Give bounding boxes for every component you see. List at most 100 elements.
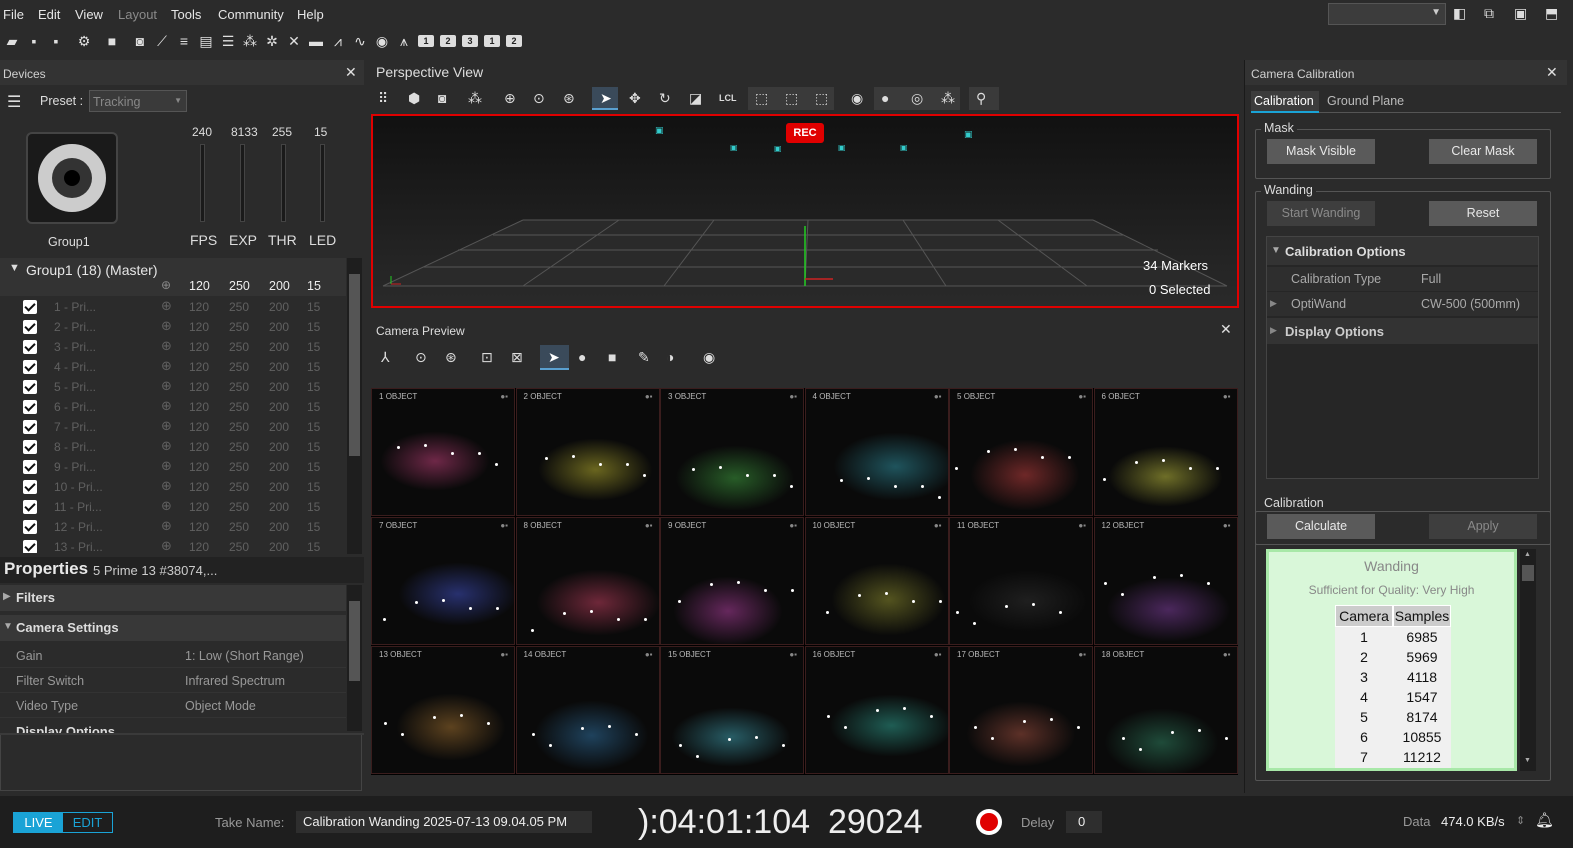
camera-view-2[interactable]: 2 OBJECT ●▪ (515, 388, 660, 516)
menu-layout[interactable]: Layout (118, 7, 157, 22)
crosshair-icon[interactable]: ⊕ (161, 398, 172, 414)
show-rays-icon[interactable]: ◎ (911, 90, 923, 107)
skeleton-icon[interactable]: ⁂ (241, 32, 259, 50)
start-wanding-button[interactable]: Start Wanding (1267, 201, 1375, 226)
zoom-fit-icon[interactable]: ⊙ (533, 90, 545, 107)
camera-exp[interactable]: 250 (229, 400, 249, 414)
camera-led[interactable]: 15 (307, 540, 320, 553)
new-icon[interactable]: ▰ (3, 32, 21, 50)
layout-icon-1[interactable]: ◧ (1453, 5, 1466, 22)
scale-icon[interactable]: ◪ (689, 90, 702, 107)
camera-thr[interactable]: 200 (269, 540, 289, 553)
camera-row[interactable]: 6 - Pri... ⊕ 120 250 200 15 (0, 397, 346, 417)
view-preset-1[interactable]: 1 (418, 35, 434, 47)
grid-icon[interactable]: ⠿ (378, 90, 388, 107)
crosshair-icon[interactable]: ⊕ (161, 498, 172, 514)
camera-enabled-checkbox[interactable] (23, 500, 37, 514)
close-icon[interactable]: ✕ (1220, 321, 1232, 338)
camera-enabled-checkbox[interactable] (23, 340, 37, 354)
camera-view-8[interactable]: 8 OBJECT ●▪ (515, 517, 660, 645)
camera-enabled-checkbox[interactable] (23, 540, 37, 553)
camera-marker-icon[interactable]: ▣ (730, 143, 738, 152)
crosshair-icon[interactable]: ⊕ (161, 318, 172, 334)
sort-icon[interactable]: ⇕ (1516, 814, 1525, 827)
properties-scrollbar[interactable] (347, 585, 362, 731)
select-marker-icon[interactable]: ⬚ (815, 90, 828, 107)
edit-button[interactable]: EDIT (63, 813, 112, 832)
brush-icon[interactable]: ✎ (638, 349, 650, 366)
wand-icon[interactable]: ⟋ (153, 32, 171, 50)
menu-file[interactable]: File (3, 7, 24, 22)
layout-icon-4[interactable]: ⬒ (1545, 5, 1558, 22)
camera-thr[interactable]: 200 (269, 400, 289, 414)
zoom-in-icon[interactable]: ⊕ (504, 90, 516, 107)
fps-slider[interactable] (200, 144, 205, 222)
camera-led[interactable]: 15 (307, 340, 320, 354)
gain-value[interactable]: 1: Low (Short Range) (185, 649, 304, 663)
crosshair-icon[interactable]: ⊕ (161, 478, 172, 494)
save-icon[interactable]: ▪ (25, 32, 43, 50)
camera-enabled-checkbox[interactable] (23, 460, 37, 474)
camera-exp[interactable]: 250 (229, 340, 249, 354)
camera-thr[interactable]: 200 (269, 340, 289, 354)
camera-led[interactable]: 15 (307, 380, 320, 394)
crosshair-icon[interactable]: ⊕ (161, 458, 172, 474)
apply-button[interactable]: Apply (1429, 514, 1537, 539)
camera-marker-icon[interactable]: ▣ (964, 129, 973, 140)
camera-row[interactable]: 10 - Pri... ⊕ 120 250 200 15 (0, 477, 346, 497)
menu-icon[interactable]: ☰ (7, 92, 21, 112)
rotate-icon[interactable]: ↻ (659, 90, 671, 107)
tools-icon[interactable]: ✕ (285, 32, 303, 50)
result-scrollbar[interactable]: ▲ ▼ (1520, 549, 1536, 771)
move-icon[interactable]: ✥ (629, 90, 641, 107)
camera-fps[interactable]: 120 (189, 320, 209, 334)
close-icon[interactable]: ✕ (345, 64, 357, 81)
camera-fps[interactable]: 120 (189, 500, 209, 514)
camera-view-14[interactable]: 14 OBJECT ●▪ (515, 646, 660, 774)
optiwand-row[interactable]: ▶ OptiWand CW-500 (500mm) (1267, 292, 1538, 316)
display-options-row[interactable]: ▶ Display Options (1267, 318, 1538, 344)
take-name-input[interactable]: Calibration Wanding 2025-07-13 09.04.05 … (296, 811, 592, 833)
menu-tools[interactable]: Tools (171, 7, 201, 22)
pointer-icon[interactable]: ➤ (600, 90, 612, 107)
camera-icon[interactable]: ◙ (438, 90, 446, 106)
camera-exp[interactable]: 250 (229, 420, 249, 434)
skeleton-icon[interactable]: ⚲ (976, 90, 986, 107)
camera-row[interactable]: 4 - Pri... ⊕ 120 250 200 15 (0, 357, 346, 377)
network-icon[interactable]: ✲ (263, 32, 281, 50)
group-header[interactable]: ▼ Group1 (18) (Master) ⊕ 120 250 200 15 (0, 258, 346, 296)
scroll-up-icon[interactable]: ▲ (1524, 551, 1531, 558)
camera-led[interactable]: 15 (307, 520, 320, 534)
group-fps[interactable]: 120 (189, 279, 210, 293)
toggle-icon[interactable]: ◑ (666, 349, 674, 365)
camera-settings-section[interactable]: ▼ Camera Settings (0, 615, 346, 641)
menu-view[interactable]: View (75, 7, 103, 22)
camera-exp[interactable]: 250 (229, 520, 249, 534)
camera-marker-icon[interactable]: ▣ (655, 125, 664, 136)
property-row-video-type[interactable]: Video Type Object Mode (0, 694, 346, 718)
expand-arrow-icon[interactable]: ▼ (9, 262, 20, 274)
pointer-icon[interactable]: ➤ (548, 349, 560, 366)
viewport-3d[interactable]: REC ▣ ▣ ▣ ▣ ▣ ▣ 34 Markers 0 Selected (371, 114, 1239, 308)
camera-view-13[interactable]: 13 OBJECT ●▪ (371, 646, 515, 774)
camera-view-6[interactable]: 6 OBJECT ●▪ (1093, 388, 1238, 516)
show-assets-icon[interactable]: ⁂ (941, 90, 955, 107)
settings-gear-icon[interactable]: ⚙ (75, 32, 93, 50)
camera-view-9[interactable]: 9 OBJECT ●▪ (660, 517, 804, 645)
camera-view-1[interactable]: 1 OBJECT ●▪ (371, 388, 515, 516)
close-icon[interactable]: ✕ (1546, 64, 1558, 81)
camera-led[interactable]: 15 (307, 500, 320, 514)
scrollbar-thumb[interactable] (1522, 565, 1534, 581)
layout-icon-3[interactable]: ▣ (1514, 5, 1527, 22)
camera-enabled-checkbox[interactable] (23, 380, 37, 394)
crosshair-icon[interactable]: ⊕ (161, 298, 172, 314)
camera-thr[interactable]: 200 (269, 520, 289, 534)
camera-led[interactable]: 15 (307, 360, 320, 374)
graph-icon[interactable]: ⩘ (329, 32, 347, 50)
video-type-value[interactable]: Object Mode (185, 699, 256, 713)
camera-exp[interactable]: 250 (229, 480, 249, 494)
camera-led[interactable]: 15 (307, 300, 320, 314)
camera-enabled-checkbox[interactable] (23, 440, 37, 454)
view-preset-4[interactable]: 1 (484, 35, 500, 47)
filters-section[interactable]: ▶ Filters (0, 585, 346, 611)
